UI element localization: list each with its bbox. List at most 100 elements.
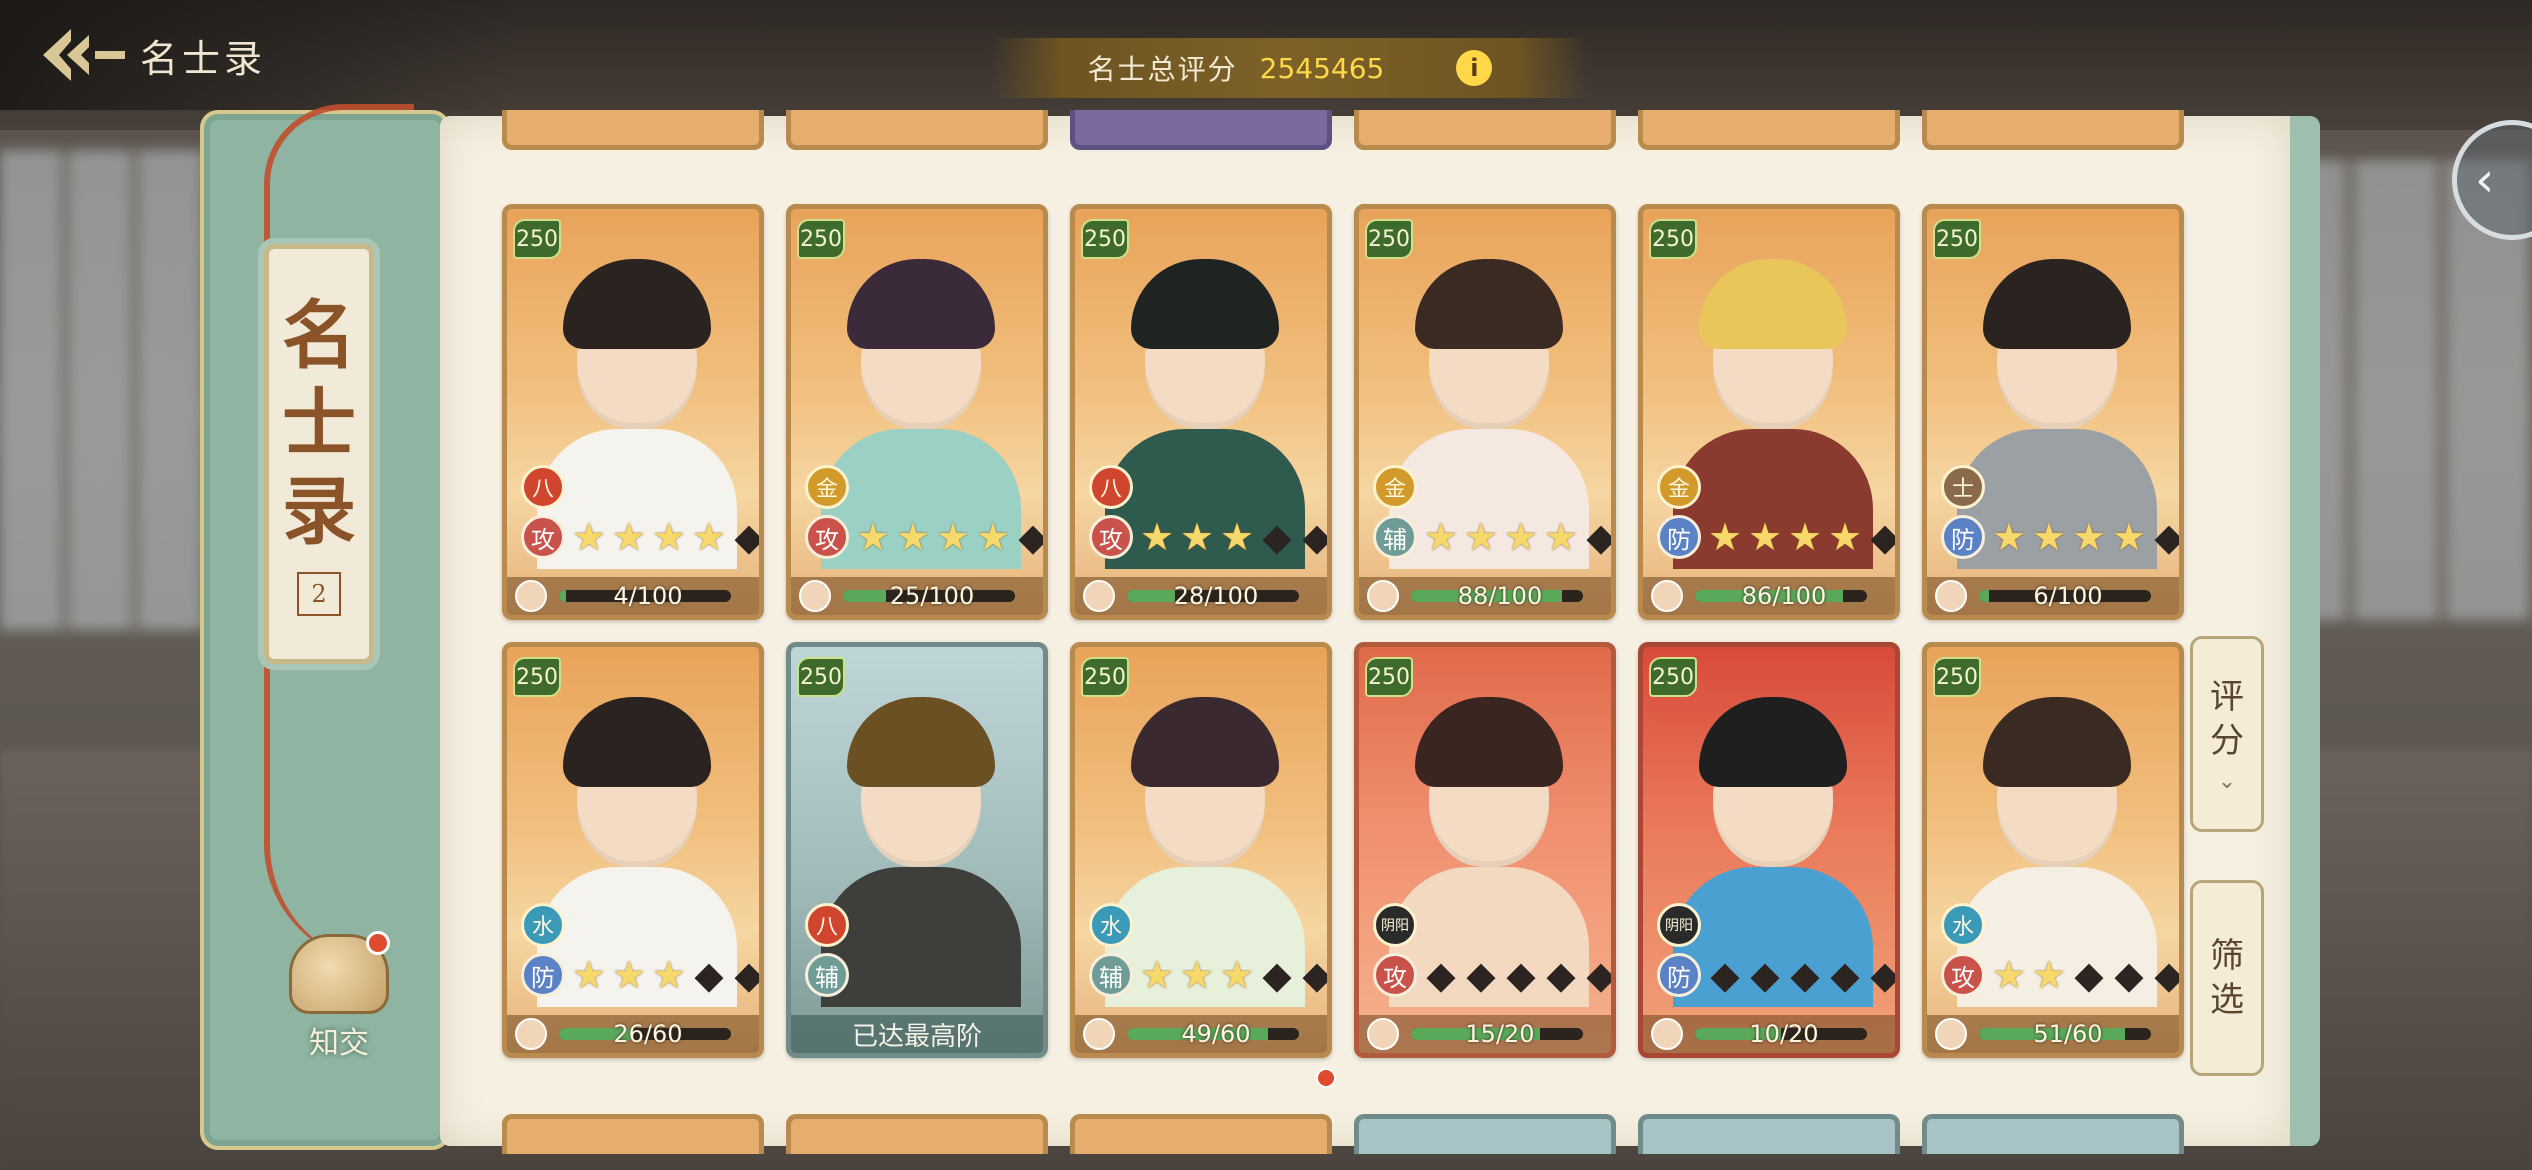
sort-by-score-button[interactable]: 评 分 ⌄ <box>2190 636 2264 832</box>
star-icon-filled: ★ <box>1747 515 1783 559</box>
shard-progress-row: 6/100 <box>1927 577 2179 615</box>
star-icon-empty: ◆ <box>1506 953 1536 997</box>
hero-portrait <box>1389 687 1589 1007</box>
back-button[interactable] <box>30 15 140 95</box>
hero-card[interactable]: 250 金 攻 ★ ★ ★ ★ ◆ 25/100 <box>786 204 1048 620</box>
book-page: 250 八 攻 ★ ★ ★ ★ ◆ 4/100 250 金 攻 ★ ★ ★ ★ … <box>440 110 2320 1154</box>
shard-progress-row: 4/100 <box>507 577 759 615</box>
hero-portrait <box>1673 249 1873 569</box>
hero-card[interactable]: 250 阴阳 防 ◆ ◆ ◆ ◆ ◆ 10/20 <box>1638 642 1900 1058</box>
hero-card[interactable]: 250 士 防 ★ ★ ★ ★ ◆ 6/100 <box>1922 204 2184 620</box>
hero-card[interactable]: 250 八 攻 ★ ★ ★ ★ ◆ 4/100 <box>502 204 764 620</box>
role-badge: 防 <box>1657 515 1701 559</box>
book-title-char-1: 名 <box>282 293 356 379</box>
star-icon-filled: ★ <box>651 953 687 997</box>
star-icon-filled: ★ <box>1503 515 1539 559</box>
element-badge: 水 <box>1941 903 1985 947</box>
hero-head <box>1415 697 1563 867</box>
role-badge: 防 <box>1941 515 1985 559</box>
star-icon-filled: ★ <box>1139 515 1175 559</box>
filter-label-char-1: 筛 <box>2210 936 2244 976</box>
element-badge: 金 <box>1373 465 1417 509</box>
back-arrow-icon <box>43 29 125 81</box>
star-icon-empty: ◆ <box>1830 953 1860 997</box>
hero-hair <box>1131 259 1279 349</box>
hero-portrait <box>537 249 737 569</box>
star-icon-filled: ★ <box>571 953 607 997</box>
hero-card[interactable]: 250 水 辅 ★ ★ ★ ◆ ◆ 49/60 <box>1070 642 1332 1058</box>
star-icon-empty: ◆ <box>1870 953 1900 997</box>
star-icon-filled: ★ <box>1219 515 1255 559</box>
shard-progress-text: 86/100 <box>1741 582 1827 610</box>
role-badge: 攻 <box>1941 953 1985 997</box>
card-stub <box>1922 110 2184 150</box>
star-icon-filled: ★ <box>2031 515 2067 559</box>
star-icon-filled: ★ <box>935 515 971 559</box>
hero-hair <box>847 697 995 787</box>
level-badge: 250 <box>1365 657 1413 697</box>
level-badge: 250 <box>1933 219 1981 259</box>
hero-card[interactable]: 250 金 辅 ★ ★ ★ ★ ◆ 88/100 <box>1354 204 1616 620</box>
star-icon-empty: ◆ <box>1790 953 1820 997</box>
shard-progress-row: 10/20 <box>1643 1015 1895 1053</box>
card-stub <box>1070 110 1332 150</box>
hero-portrait <box>537 687 737 1007</box>
book-cover-left: 名 士 录 2 知交 <box>200 104 450 1150</box>
hero-portrait <box>1105 687 1305 1007</box>
star-icon-filled: ★ <box>895 515 931 559</box>
star-icon-filled: ★ <box>1991 515 2027 559</box>
star-icon-filled: ★ <box>1707 515 1743 559</box>
star-icon-empty: ◆ <box>2074 953 2104 997</box>
hero-hair <box>563 697 711 787</box>
top-bar: 名士录 <box>0 0 520 110</box>
star-icon-empty: ◆ <box>1750 953 1780 997</box>
shard-progress-row: 86/100 <box>1643 577 1895 615</box>
hero-card[interactable]: 250 八 辅 已达最高阶 <box>786 642 1048 1058</box>
star-rating: ◆ ◆ ◆ ◆ ◆ <box>1705 953 1900 997</box>
hero-head <box>847 259 995 429</box>
hero-hair <box>1983 697 2131 787</box>
sort-label-char-1: 评 <box>2210 676 2244 717</box>
level-badge: 250 <box>797 657 845 697</box>
star-rating: ◆ ◆ ◆ ◆ ◆ <box>1421 953 1616 997</box>
hero-hair <box>1415 259 1563 349</box>
shard-progress-text: 49/60 <box>1181 1020 1251 1048</box>
star-icon-filled: ★ <box>1139 953 1175 997</box>
element-badge: 士 <box>1941 465 1985 509</box>
star-icon-empty: ◆ <box>1586 953 1616 997</box>
hero-hair <box>563 259 711 349</box>
hero-card[interactable]: 250 金 防 ★ ★ ★ ★ ◆ 86/100 <box>1638 204 1900 620</box>
shard-progress-text: 88/100 <box>1457 582 1543 610</box>
filter-button[interactable]: 筛 选 <box>2190 880 2264 1076</box>
shard-progress-text: 10/20 <box>1749 1020 1819 1048</box>
star-icon-filled: ★ <box>975 515 1011 559</box>
shard-avatar-icon <box>1083 1018 1115 1050</box>
card-stub <box>1070 1114 1332 1154</box>
sort-label-char-2: 分 <box>2210 720 2244 761</box>
role-badge: 攻 <box>805 515 849 559</box>
hero-card[interactable]: 250 八 攻 ★ ★ ★ ◆ ◆ 28/100 <box>1070 204 1332 620</box>
info-icon[interactable]: i <box>1456 50 1493 86</box>
level-badge: 250 <box>1081 657 1129 697</box>
level-badge: 250 <box>1081 219 1129 259</box>
shard-avatar-icon <box>1367 580 1399 612</box>
card-stub <box>1638 110 1900 150</box>
shard-progress-text: 28/100 <box>1173 582 1259 610</box>
card-stub <box>1922 1114 2184 1154</box>
star-icon-filled: ★ <box>2031 953 2067 997</box>
star-icon-empty: ◆ <box>1546 953 1576 997</box>
friend-button[interactable]: 知交 <box>284 931 394 1064</box>
hero-card[interactable]: 250 水 攻 ★ ★ ◆ ◆ ◆ 51/60 <box>1922 642 2184 1058</box>
level-badge: 250 <box>513 657 561 697</box>
hero-head <box>1131 259 1279 429</box>
level-badge: 250 <box>513 219 561 259</box>
role-badge: 攻 <box>521 515 565 559</box>
hero-card[interactable]: 250 阴阳 攻 ◆ ◆ ◆ ◆ ◆ 15/20 <box>1354 642 1616 1058</box>
hero-hair <box>1699 697 1847 787</box>
hero-card[interactable]: 250 水 防 ★ ★ ★ ◆ ◆ 26/60 <box>502 642 764 1058</box>
role-badge: 防 <box>1657 953 1701 997</box>
book-title-char-3: 录 <box>282 469 356 555</box>
element-badge: 水 <box>1089 903 1133 947</box>
page-title: 名士录 <box>140 36 267 81</box>
star-icon-filled: ★ <box>611 515 647 559</box>
